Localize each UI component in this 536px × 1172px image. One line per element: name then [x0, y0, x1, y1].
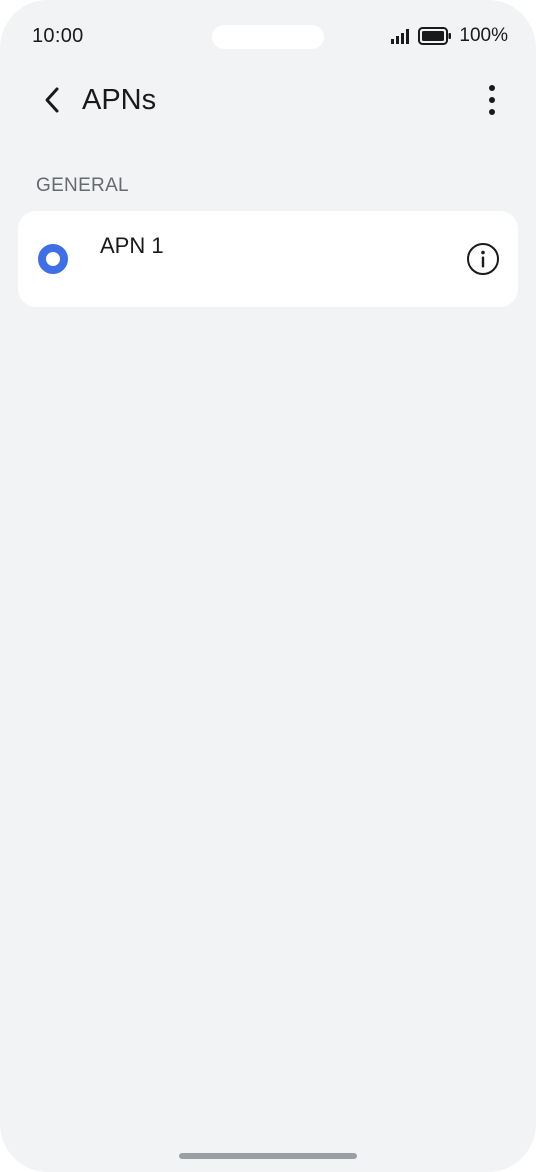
battery-percentage: 100% [459, 25, 508, 46]
home-indicator[interactable] [179, 1153, 357, 1159]
status-bar: 10:00 100% [0, 0, 536, 72]
more-vertical-icon [489, 85, 495, 115]
camera-cutout [212, 25, 324, 49]
phone-screen: 10:00 100% APNs GENERAL APN 1 [0, 0, 536, 1172]
apn-list-item[interactable]: APN 1 [18, 211, 518, 307]
signal-icon [391, 29, 410, 44]
app-header: APNs [0, 72, 536, 130]
status-icons: 100% [390, 24, 508, 48]
more-options-button[interactable] [476, 80, 508, 120]
info-icon [467, 243, 499, 275]
status-time: 10:00 [32, 25, 84, 47]
chevron-left-icon [45, 87, 59, 113]
apn-radio-selected[interactable] [38, 244, 68, 274]
section-label-general: GENERAL [36, 175, 129, 196]
page-title: APNs [82, 84, 157, 116]
apn-info-button[interactable] [466, 242, 500, 276]
apn-name: APN 1 [100, 233, 164, 258]
back-button[interactable] [34, 82, 70, 118]
battery-icon [418, 27, 452, 45]
